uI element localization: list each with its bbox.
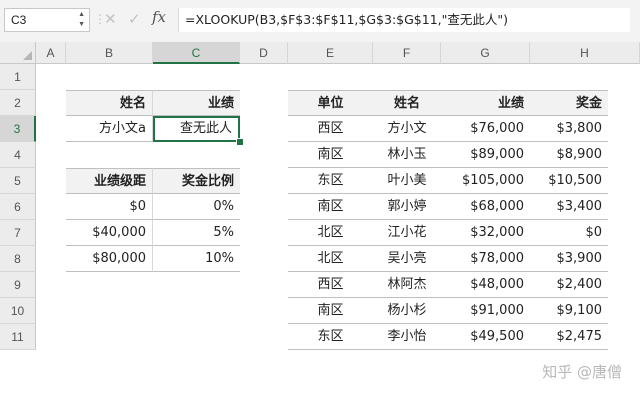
data-bonus-cell[interactable]: $3,800 (530, 116, 608, 142)
data-header-bonus[interactable]: 奖金 (530, 90, 608, 116)
row-header-4[interactable]: 4 (0, 142, 36, 168)
bonus-level-cell[interactable]: $40,000 (66, 220, 153, 246)
column-header-f[interactable]: F (373, 42, 441, 64)
data-sales-cell[interactable]: $49,500 (441, 324, 530, 350)
data-region-cell[interactable]: 北区 (288, 220, 373, 246)
row-header-10[interactable]: 10 (0, 298, 36, 324)
data-sales-cell[interactable]: $68,000 (441, 194, 530, 220)
data-name-cell[interactable]: 林阿杰 (373, 272, 441, 298)
column-header-e[interactable]: E (288, 42, 373, 64)
data-name-cell[interactable]: 杨小杉 (373, 298, 441, 324)
fx-icon[interactable]: fx (152, 8, 166, 26)
data-header-name[interactable]: 姓名 (373, 90, 441, 116)
bonus-rate-cell[interactable]: 0% (153, 194, 240, 220)
data-header-sales[interactable]: 业绩 (441, 90, 530, 116)
data-sales-cell[interactable]: $78,000 (441, 246, 530, 272)
column-header-b[interactable]: B (66, 42, 153, 64)
lookup-result-cell[interactable]: 查无此人 (153, 116, 240, 142)
row-header-11[interactable]: 11 (0, 324, 36, 350)
row-header-5[interactable]: 5 (0, 168, 36, 194)
data-sales-cell[interactable]: $105,000 (441, 168, 530, 194)
data-region-cell[interactable]: 东区 (288, 168, 373, 194)
data-region-cell[interactable]: 南区 (288, 142, 373, 168)
formula-input[interactable]: =XLOOKUP(B3,$F$3:$F$11,$G$3:$G$11,"查无此人"… (178, 8, 630, 32)
lookup-name-cell[interactable]: 方小文a (66, 116, 153, 142)
row-header-2[interactable]: 2 (0, 90, 36, 116)
column-header-a[interactable]: A (36, 42, 66, 64)
select-all-corner[interactable] (0, 42, 36, 64)
data-bonus-cell[interactable]: $3,900 (530, 246, 608, 272)
spreadsheet-grid: ABCDEFGH 1 2 3 4 5 6 7 8 9 10 11 姓名 业绩 方小文a 查无此人 业… (0, 42, 640, 400)
lookup-header-name[interactable]: 姓名 (66, 90, 153, 116)
data-region-cell[interactable]: 南区 (288, 298, 373, 324)
name-box-dropdown-icon[interactable]: ▲ ▼ (78, 10, 85, 30)
column-header-g[interactable]: G (441, 42, 530, 64)
data-region-cell[interactable]: 北区 (288, 246, 373, 272)
data-name-cell[interactable]: 郭小婷 (373, 194, 441, 220)
column-header-c[interactable]: C (153, 42, 240, 64)
row-header-8[interactable]: 8 (0, 246, 36, 272)
formula-bar: C3 ▲ ▼ ⋮ ✕ ✓ fx =XLOOKUP(B3,$F$3:$F$11,$G… (0, 0, 640, 42)
row-header-7[interactable]: 7 (0, 220, 36, 246)
bonus-rate-cell[interactable]: 10% (153, 246, 240, 272)
data-bonus-cell[interactable]: $10,500 (530, 168, 608, 194)
bonus-header-rate[interactable]: 奖金比例 (153, 168, 240, 194)
data-sales-cell[interactable]: $32,000 (441, 220, 530, 246)
data-bonus-cell[interactable]: $8,900 (530, 142, 608, 168)
data-bonus-cell[interactable]: $2,475 (530, 324, 608, 350)
data-sales-cell[interactable]: $76,000 (441, 116, 530, 142)
column-header-d[interactable]: D (240, 42, 288, 64)
select-all-triangle-icon (23, 51, 32, 60)
data-region-cell[interactable]: 西区 (288, 116, 373, 142)
name-box[interactable]: C3 ▲ ▼ (4, 8, 90, 32)
row-header-9[interactable]: 9 (0, 272, 36, 298)
data-name-cell[interactable]: 李小怡 (373, 324, 441, 350)
data-name-cell[interactable]: 方小文 (373, 116, 441, 142)
bonus-level-cell[interactable]: $0 (66, 194, 153, 220)
name-box-value: C3 (11, 13, 27, 27)
data-region-cell[interactable]: 西区 (288, 272, 373, 298)
column-header-h[interactable]: H (530, 42, 640, 64)
bonus-rate-cell[interactable]: 5% (153, 220, 240, 246)
data-name-cell[interactable]: 吴小亮 (373, 246, 441, 272)
watermark: 知乎 @唐僧 (542, 363, 622, 381)
cancel-icon[interactable]: ✕ (104, 10, 117, 28)
row-header-1[interactable]: 1 (0, 64, 36, 90)
data-bonus-cell[interactable]: $9,100 (530, 298, 608, 324)
lookup-header-result[interactable]: 业绩 (153, 90, 240, 116)
data-name-cell[interactable]: 江小花 (373, 220, 441, 246)
row-header-6[interactable]: 6 (0, 194, 36, 220)
data-bonus-cell[interactable]: $3,400 (530, 194, 608, 220)
data-region-cell[interactable]: 南区 (288, 194, 373, 220)
fill-handle[interactable] (236, 138, 244, 146)
confirm-icon[interactable]: ✓ (128, 10, 141, 28)
data-region-cell[interactable]: 东区 (288, 324, 373, 350)
data-name-cell[interactable]: 叶小美 (373, 168, 441, 194)
data-name-cell[interactable]: 林小玉 (373, 142, 441, 168)
data-sales-cell[interactable]: $91,000 (441, 298, 530, 324)
data-sales-cell[interactable]: $89,000 (441, 142, 530, 168)
data-bonus-cell[interactable]: $2,400 (530, 272, 608, 298)
data-sales-cell[interactable]: $48,000 (441, 272, 530, 298)
row-header-3[interactable]: 3 (0, 116, 36, 142)
data-bonus-cell[interactable]: $0 (530, 220, 608, 246)
data-header-region[interactable]: 单位 (288, 90, 373, 116)
bonus-level-cell[interactable]: $80,000 (66, 246, 153, 272)
bonus-header-level[interactable]: 业绩级距 (66, 168, 153, 194)
